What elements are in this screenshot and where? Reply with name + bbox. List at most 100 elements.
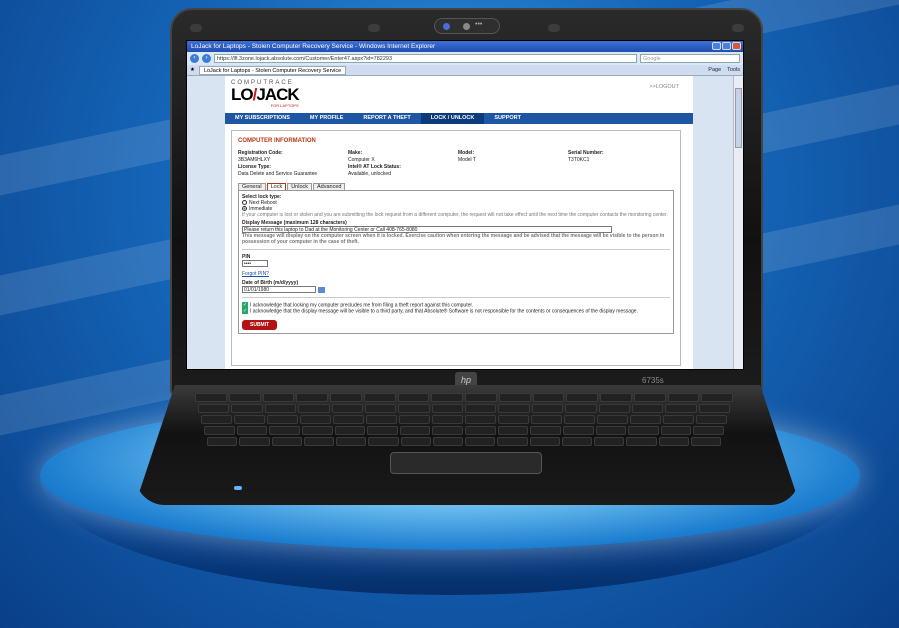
keyboard-key bbox=[565, 404, 597, 413]
url-field[interactable]: https://lfl.3zone.lojack.absolute.com/Cu… bbox=[214, 54, 637, 63]
keyboard-key bbox=[530, 426, 561, 435]
reg-value: 3B3AM6HLXY bbox=[238, 157, 271, 163]
keyboard-key bbox=[228, 393, 261, 402]
keyboard-key bbox=[262, 393, 295, 402]
computer-info-grid: Registration Code: Make: Model: Serial N… bbox=[238, 150, 674, 177]
nav-my-profile[interactable]: MY PROFILE bbox=[300, 113, 354, 124]
keyboard-key bbox=[198, 404, 230, 413]
maximize-button[interactable] bbox=[722, 42, 731, 50]
keyboard-key bbox=[366, 415, 397, 424]
nav-lock-unlock[interactable]: LOCK / UNLOCK bbox=[420, 113, 485, 124]
page-menu[interactable]: Page bbox=[708, 67, 721, 73]
command-bar: Page Tools bbox=[708, 67, 740, 73]
keyboard-key bbox=[665, 404, 697, 413]
lock-form: Select lock type: Next Reboot Immediate … bbox=[238, 190, 674, 334]
search-input[interactable]: Google bbox=[640, 54, 740, 63]
keyboard-key bbox=[431, 404, 463, 413]
forward-icon[interactable]: › bbox=[202, 54, 211, 63]
keyboard-key bbox=[531, 415, 562, 424]
keyboard-key bbox=[561, 437, 592, 446]
minimize-button[interactable] bbox=[712, 42, 721, 50]
section-title: COMPUTER INFORMATION bbox=[238, 138, 316, 144]
tab-advanced[interactable]: Advanced bbox=[313, 183, 346, 190]
nav-report-theft[interactable]: REPORT A THEFT bbox=[353, 113, 420, 124]
keyboard-key bbox=[201, 415, 232, 424]
submit-button[interactable]: SUBMIT bbox=[242, 319, 278, 330]
scroll-thumb[interactable] bbox=[735, 88, 742, 148]
keyboard-key bbox=[529, 437, 560, 446]
window-controls bbox=[712, 42, 741, 50]
keyboard-key bbox=[660, 426, 692, 435]
vertical-scrollbar[interactable] bbox=[733, 76, 743, 369]
lock-note: If your computer is lost or stolen and y… bbox=[242, 212, 668, 218]
keyboard-key bbox=[269, 426, 300, 435]
touchpad bbox=[390, 452, 542, 474]
nav-support[interactable]: SUPPORT bbox=[484, 113, 531, 124]
keyboard-key bbox=[398, 404, 430, 413]
content-panel: COMPUTER INFORMATION Registration Code: … bbox=[231, 130, 681, 366]
ack-checkbox-2[interactable]: ✓ I acknowledge that the display message … bbox=[242, 308, 670, 315]
keyboard-key bbox=[696, 415, 727, 424]
keyboard-key bbox=[400, 437, 431, 446]
keyboard-key bbox=[264, 404, 297, 413]
lid-latch bbox=[190, 24, 202, 32]
display-message-input[interactable]: Please return this laptop to Dad at the … bbox=[242, 226, 612, 233]
keyboard-key bbox=[368, 437, 399, 446]
browser-viewport: COMPUTRACE LO/JACK FOR LAPTOPS >>LOGOUT … bbox=[187, 76, 735, 369]
keyboard-key bbox=[631, 404, 664, 413]
serial-value: T3T0KC1 bbox=[568, 157, 590, 163]
keyboard-key bbox=[432, 437, 463, 446]
keyboard-key bbox=[597, 415, 628, 424]
back-icon[interactable]: ‹ bbox=[190, 54, 199, 63]
nav-my-subscriptions[interactable]: MY SUBSCRIPTIONS bbox=[225, 113, 300, 124]
close-button[interactable] bbox=[732, 42, 741, 50]
favorites-star-icon[interactable]: ★ bbox=[190, 67, 195, 73]
keyboard-key bbox=[465, 393, 497, 402]
lid-latch bbox=[548, 24, 560, 32]
tools-menu[interactable]: Tools bbox=[727, 67, 740, 73]
browser-tab[interactable]: LoJack for Laptops - Stolen Computer Rec… bbox=[198, 65, 347, 75]
keyboard-key bbox=[331, 404, 363, 413]
keyboard-key bbox=[367, 426, 398, 435]
keyboard-key bbox=[693, 426, 724, 435]
keyboard-key bbox=[399, 415, 430, 424]
browser-title-bar: LoJack for Laptops - Stolen Computer Rec… bbox=[187, 41, 743, 52]
keyboard-key bbox=[195, 393, 227, 402]
keyboard-key bbox=[271, 437, 302, 446]
keyboard-key bbox=[334, 426, 366, 435]
keyboard-key bbox=[498, 404, 530, 413]
keyboard-key bbox=[336, 437, 367, 446]
keyboard-key bbox=[330, 393, 362, 402]
forgot-pin-link[interactable]: Forgot PIN? bbox=[242, 271, 670, 277]
keyboard-key bbox=[432, 426, 463, 435]
keyboard-key bbox=[303, 437, 334, 446]
keyboard-key bbox=[231, 404, 263, 413]
serial-label: Serial Number: bbox=[568, 150, 604, 156]
keyboard-key bbox=[630, 415, 661, 424]
calendar-icon[interactable] bbox=[318, 286, 325, 293]
keyboard bbox=[195, 393, 735, 453]
keyboard-key bbox=[564, 415, 595, 424]
dob-input[interactable]: 01/01/1980 bbox=[242, 286, 316, 293]
pin-input[interactable]: •••• bbox=[242, 260, 268, 267]
keyboard-key bbox=[626, 437, 657, 446]
tab-general[interactable]: General bbox=[238, 183, 266, 190]
display-message-note: This message will display on the compute… bbox=[242, 233, 665, 245]
keyboard-key bbox=[701, 393, 733, 402]
keyboard-key bbox=[658, 437, 689, 446]
keyboard-key bbox=[562, 426, 594, 435]
keyboard-key bbox=[298, 404, 330, 413]
logo-wordmark: LO/JACK bbox=[231, 85, 300, 104]
keyboard-key bbox=[498, 415, 529, 424]
intel-lock-label: Intel® AT Lock Status: bbox=[348, 164, 401, 170]
keyboard-key bbox=[633, 393, 666, 402]
radio-icon bbox=[242, 200, 247, 206]
logout-link[interactable]: >>LOGOUT bbox=[649, 84, 679, 90]
keyboard-key bbox=[432, 415, 463, 424]
tab-unlock[interactable]: Unlock bbox=[287, 183, 313, 190]
tab-lock[interactable]: Lock bbox=[266, 183, 287, 190]
keyboard-key bbox=[690, 437, 721, 446]
keyboard-key bbox=[566, 393, 598, 402]
keyboard-key bbox=[364, 404, 397, 413]
keyboard-key bbox=[531, 404, 564, 413]
